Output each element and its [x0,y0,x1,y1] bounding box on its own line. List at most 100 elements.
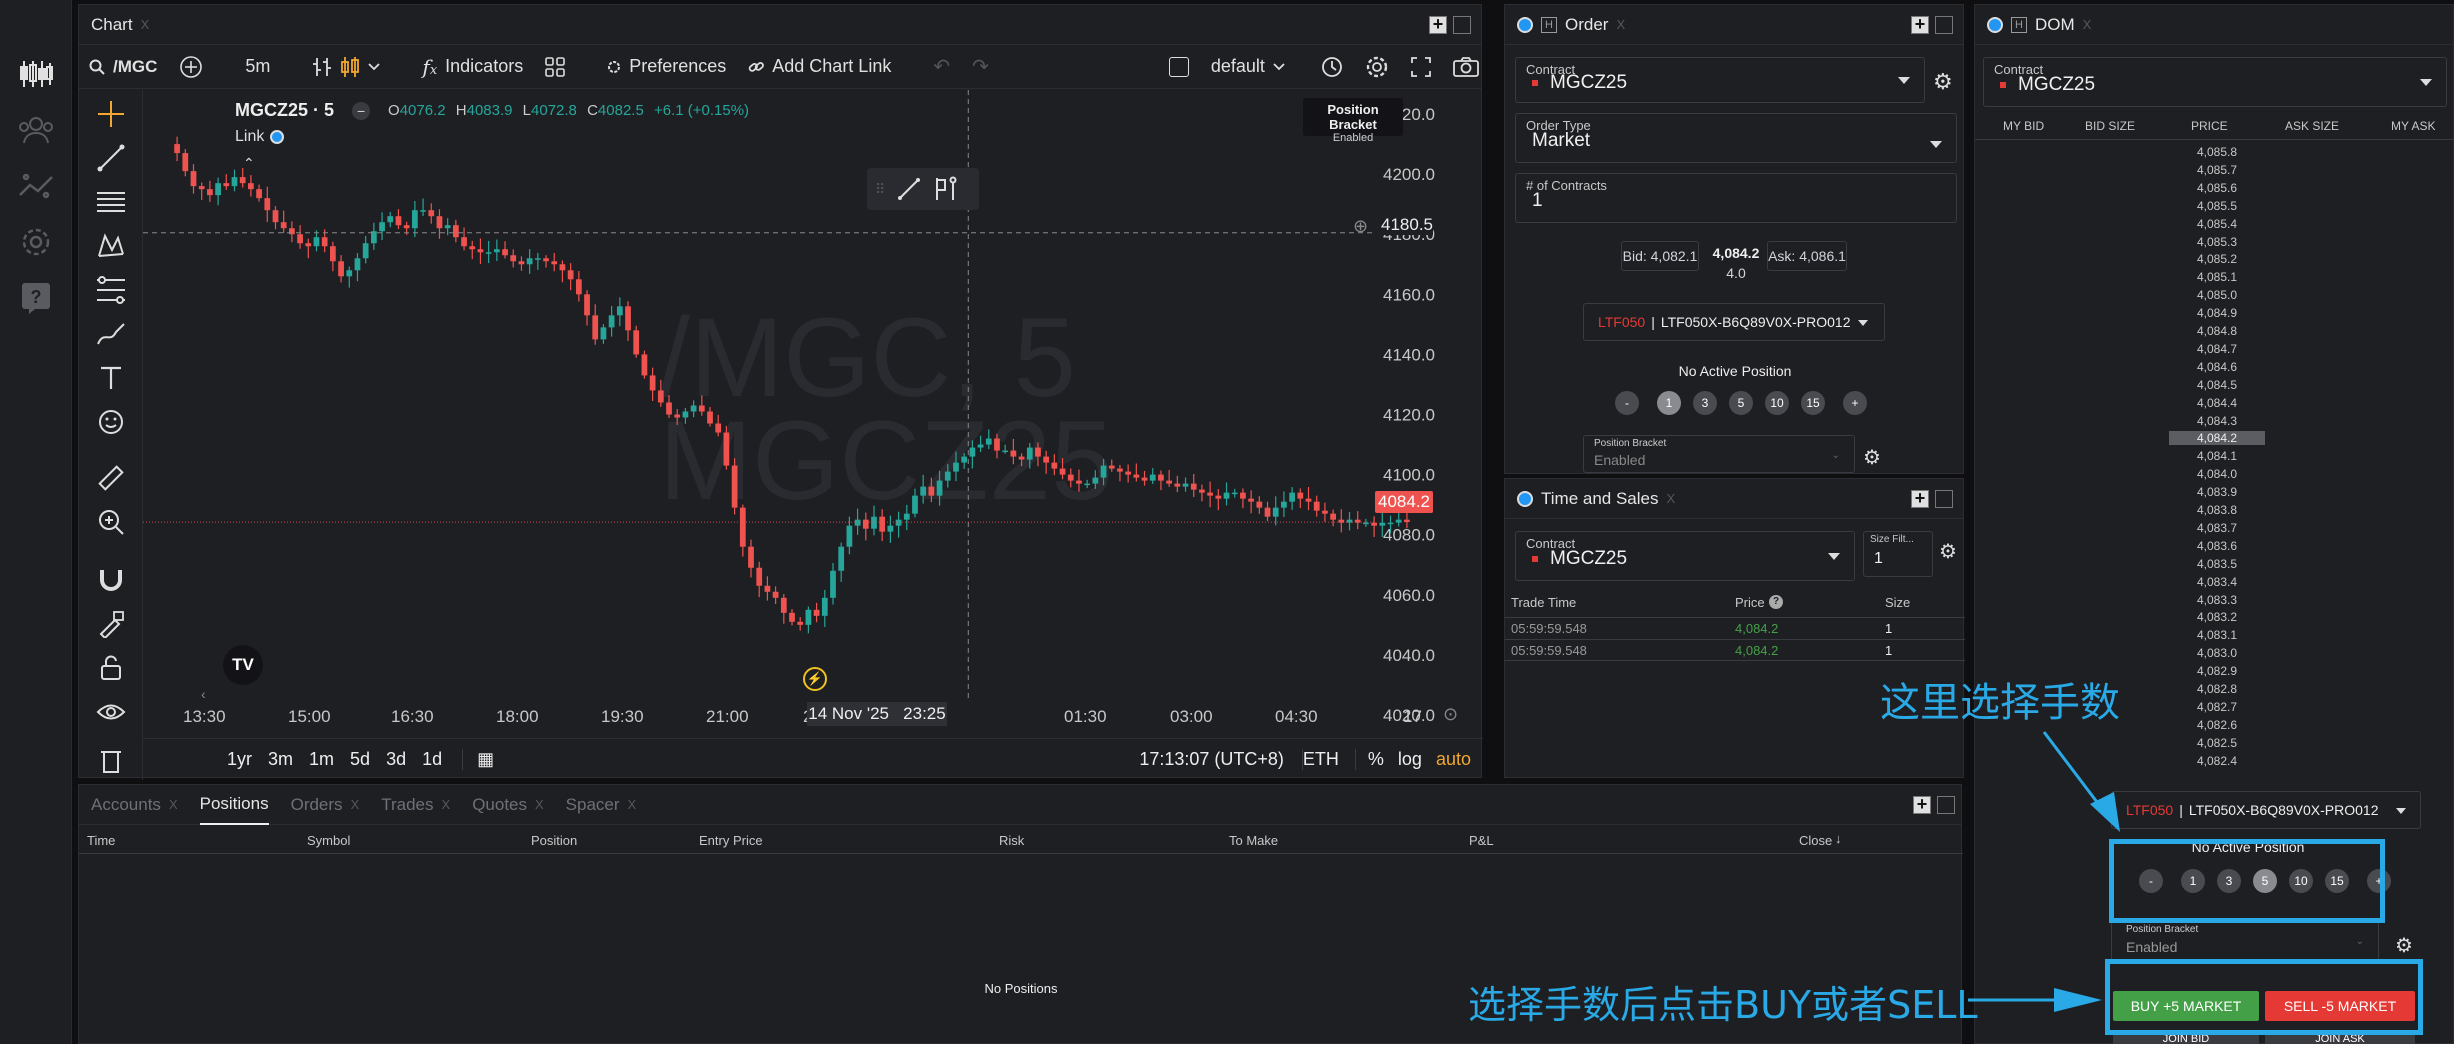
undo-button[interactable]: ↶ [933,54,950,79]
link-dot-icon[interactable] [1987,16,2003,33]
ruler-icon[interactable] [93,460,129,496]
add-chart-link-button[interactable]: Add Chart Link [748,56,891,77]
range-button-3m[interactable]: 3m [268,749,293,770]
close-icon[interactable]: X [535,797,544,812]
close-icon[interactable]: X [2083,17,2092,32]
dom-price-row[interactable]: 4,082.4 [2169,754,2265,768]
tab-dom[interactable]: DOM X [2035,15,2091,35]
link-dot-icon[interactable] [1517,16,1533,33]
session-button[interactable]: ETH [1301,749,1339,770]
dom-price-row[interactable]: 4,085.1 [2169,270,2265,284]
tab-orders[interactable]: Orders X [291,795,360,815]
zoom-in-icon[interactable] [93,504,129,540]
table-row[interactable]: 05:59:59.548 4,084.2 1 [1505,639,1965,661]
dom-price-row[interactable]: 4,084.6 [2169,360,2265,374]
redo-button[interactable]: ↷ [972,54,989,79]
dom-price-row[interactable]: 4,082.8 [2169,682,2265,696]
close-icon[interactable]: X [1666,491,1675,506]
close-icon[interactable]: X [628,797,637,812]
tab-accounts[interactable]: Accounts X [91,795,178,815]
maximize-icon[interactable] [1935,490,1953,508]
dom-price-row[interactable]: 4,084.9 [2169,306,2265,320]
tab-quotes[interactable]: Quotes X [472,795,543,815]
account-select[interactable]: LTF050 | LTF050X-B6Q89V0X-PRO012 [1583,303,1885,341]
gear-icon[interactable]: ⚙ [1933,69,1953,95]
link-dot-icon[interactable] [1517,490,1533,507]
compare-symbol-button[interactable] [179,55,203,79]
symbol-search[interactable]: /MGC [89,57,157,77]
quantity-button-10[interactable]: 10 [1765,391,1789,415]
settings-button[interactable] [1365,55,1389,79]
interval-button[interactable]: 5m [245,56,270,77]
dom-price-row[interactable]: 4,082.6 [2169,718,2265,732]
dom-price-row[interactable]: 4,084.8 [2169,324,2265,338]
chart-icon[interactable] [16,54,56,94]
dom-price-row[interactable]: 4,085.8 [2169,145,2265,159]
dom-price-row[interactable]: 4,083.4 [2169,575,2265,589]
tab-time-and-sales[interactable]: Time and Sales X [1541,489,1675,509]
add-panel-icon[interactable]: + [1913,795,1931,814]
dom-price-row[interactable]: 4,084.1 [2169,449,2265,463]
bar-type-button[interactable] [312,56,381,78]
contract-select[interactable]: Contract MGCZ25 [1515,57,1925,103]
info-icon[interactable]: ? [1769,595,1783,609]
auto-scale-button[interactable]: auto [1436,749,1471,770]
close-icon[interactable]: X [169,797,178,812]
line-tool-icon[interactable] [897,177,921,201]
gear-icon[interactable]: ⚙ [1939,539,1957,564]
dom-account-select[interactable]: LTF050 | LTF050X-B6Q89V0X-PRO012 [2111,791,2421,829]
close-icon[interactable]: X [442,797,451,812]
percent-scale-button[interactable]: % [1354,749,1384,770]
dom-price-row[interactable]: 4,085.4 [2169,217,2265,231]
help-icon[interactable]: ? [16,278,56,318]
indicators-button[interactable]: fx Indicators [422,55,523,79]
dom-price-row[interactable]: 4,085.3 [2169,235,2265,249]
range-button-3d[interactable]: 3d [386,749,406,770]
gear-icon[interactable]: ⚙ [2395,933,2413,958]
range-button-1d[interactable]: 1d [422,749,442,770]
dom-price-row[interactable]: 4,085.5 [2169,199,2265,213]
log-scale-button[interactable]: log [1398,749,1422,770]
lock-drawing-icon[interactable] [93,606,129,642]
layout-select[interactable]: default [1211,56,1285,77]
contracts-input[interactable]: # of Contracts 1 [1515,173,1957,223]
dom-price-row[interactable]: 4,084.3 [2169,414,2265,428]
gear-icon[interactable] [16,222,56,262]
preferences-button[interactable]: Preferences [607,56,726,77]
dom-price-row[interactable]: 4,083.3 [2169,593,2265,607]
quantity-button-5[interactable]: 5 [1729,391,1753,415]
dom-bracket-select[interactable]: Position Bracket Enabled ⌄ [2111,921,2379,961]
trash-icon[interactable] [93,742,129,778]
pattern-icon[interactable] [93,228,129,264]
close-icon[interactable]: X [1616,17,1625,32]
range-button-5d[interactable]: 5d [350,749,370,770]
dom-price-row[interactable]: 4,083.9 [2169,485,2265,499]
column-close[interactable]: Close [1799,833,1832,848]
users-icon[interactable] [16,110,56,150]
range-button-1m[interactable]: 1m [309,749,334,770]
time-settings-icon[interactable]: ⊙ [1443,704,1458,725]
text-icon[interactable] [93,360,129,396]
dom-contract-select[interactable]: Contract MGCZ25 [1983,57,2447,107]
dom-price-row[interactable]: 4,083.5 [2169,557,2265,571]
link-indicator[interactable]: Link [235,128,285,146]
dom-price-row[interactable]: 4,083.2 [2169,610,2265,624]
replay-button[interactable] [1321,56,1343,78]
dom-price-row[interactable]: 4,083.1 [2169,628,2265,642]
dom-price-row[interactable]: 4,084.0 [2169,467,2265,481]
trend-line-icon[interactable] [93,140,129,176]
collapse-legend-icon[interactable]: − [352,101,371,120]
emoji-icon[interactable] [93,404,129,440]
add-panel-icon[interactable]: + [1911,489,1929,508]
analytics-icon[interactable] [16,166,56,206]
table-row[interactable]: 05:59:59.548 4,084.2 1 [1505,617,1965,639]
dom-price-row[interactable]: 4,085.0 [2169,288,2265,302]
tab-order[interactable]: Order X [1565,15,1625,35]
dom-price-row[interactable]: 4,084.4 [2169,396,2265,410]
quantity-button-minus[interactable]: - [1615,391,1639,415]
collapse-up-icon[interactable]: ⌃ [243,155,255,172]
bracket-select[interactable]: Position Bracket Enabled ⌄ [1583,435,1855,473]
range-button-1yr[interactable]: 1yr [227,749,252,770]
dom-price-row[interactable]: 4,082.7 [2169,700,2265,714]
tab-chart[interactable]: Chart X [91,15,149,35]
